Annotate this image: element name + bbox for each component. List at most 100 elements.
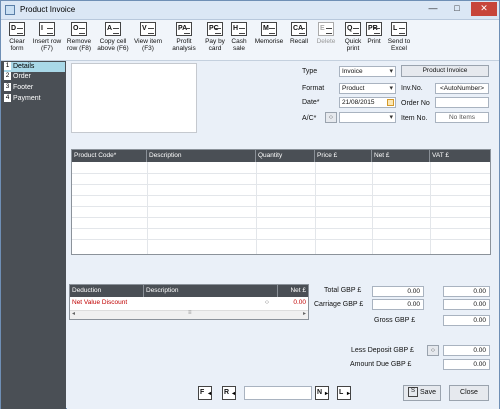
- send-to-excel-button[interactable]: L Send to Excel: [385, 22, 413, 58]
- carriage-label: Carriage GBP £: [314, 301, 364, 308]
- close-button[interactable]: Close: [449, 385, 489, 401]
- col-deduction-description[interactable]: Description: [144, 285, 278, 297]
- scroll-left-icon[interactable]: ◂: [72, 310, 75, 317]
- next-record-button[interactable]: N: [315, 386, 329, 400]
- lookup-icon[interactable]: ○: [265, 298, 269, 308]
- col-product-code[interactable]: Product Code*: [72, 150, 147, 162]
- deposit-lookup-button[interactable]: ○: [427, 345, 439, 356]
- total-net-field: 0.00: [372, 286, 424, 297]
- items-grid-header: Product Code* Description Quantity Price…: [72, 150, 490, 162]
- ac-label: A/C*: [302, 115, 317, 122]
- sidebar-item-details[interactable]: 1 Details: [4, 62, 65, 72]
- date-label: Date*: [302, 99, 320, 106]
- total-vat-field: 0.00: [443, 286, 490, 297]
- first-record-button[interactable]: F: [198, 386, 212, 400]
- close-window-button[interactable]: ✕: [471, 2, 497, 16]
- gross-label: Gross GBP £: [374, 317, 416, 324]
- minimize-button[interactable]: —: [423, 2, 443, 16]
- grid-row-line: [72, 239, 490, 240]
- items-grid[interactable]: Product Code* Description Quantity Price…: [71, 149, 491, 255]
- print-button[interactable]: PR Print: [364, 22, 384, 58]
- col-deduction[interactable]: Deduction: [70, 285, 144, 297]
- cash-sale-label: Cash sale: [231, 38, 247, 52]
- deduction-net[interactable]: 0.00: [280, 298, 306, 308]
- quick-print-button[interactable]: Q Quick print: [341, 22, 365, 58]
- lookup-icon: ○: [329, 114, 333, 121]
- scroll-right-icon[interactable]: ▸: [303, 310, 306, 317]
- profit-analysis-button[interactable]: PA Profit analysis: [167, 22, 201, 58]
- grid-col-line: [315, 162, 316, 254]
- scroll-thumb[interactable]: ≡: [188, 310, 192, 316]
- carriage-vat-field[interactable]: 0.00: [443, 299, 490, 310]
- lookup-icon: ○: [431, 347, 435, 354]
- type-select[interactable]: Invoice: [339, 66, 396, 77]
- col-description[interactable]: Description: [147, 150, 256, 162]
- type-label: Type: [302, 68, 318, 75]
- footer-number: 3: [4, 83, 11, 92]
- col-deduction-net[interactable]: Net £: [278, 285, 308, 297]
- record-field[interactable]: [244, 386, 312, 400]
- clear-form-label: Clear form: [9, 38, 25, 52]
- order-label: Order: [13, 73, 31, 80]
- save-key-icon: S: [408, 387, 419, 398]
- insert-row-label: Insert row (F7): [32, 38, 62, 52]
- deductions-grid[interactable]: Deduction Description Net £ Net Value Di…: [69, 284, 309, 320]
- view-item-button[interactable]: V View item (F3): [132, 22, 164, 58]
- remove-row-icon: O: [71, 22, 87, 36]
- carriage-net-field[interactable]: 0.00: [372, 299, 424, 310]
- pay-by-card-icon: PC: [207, 22, 223, 36]
- ac-lookup-button[interactable]: ○: [325, 112, 337, 123]
- grid-row-line: [72, 184, 490, 185]
- maximize-button[interactable]: □: [447, 2, 467, 16]
- deposit-field[interactable]: 0.00: [443, 345, 490, 356]
- product-invoice-button[interactable]: Product Invoice: [401, 65, 489, 77]
- view-item-icon: V: [140, 22, 156, 36]
- col-price[interactable]: Price £: [315, 150, 372, 162]
- window-title: Product Invoice: [20, 5, 76, 14]
- sidebar-item-order[interactable]: 2 Order: [4, 72, 65, 82]
- grid-row-line: [72, 173, 490, 174]
- format-select[interactable]: Product: [339, 83, 396, 94]
- recall-button[interactable]: CA Recall: [287, 22, 311, 58]
- app-icon: [5, 5, 15, 15]
- col-net[interactable]: Net £: [372, 150, 430, 162]
- col-vat[interactable]: VAT £: [430, 150, 490, 162]
- payment-number: 4: [4, 94, 11, 103]
- format-label: Format: [302, 85, 325, 92]
- quick-print-label: Quick print: [344, 38, 362, 52]
- remove-row-button[interactable]: O Remove row (F8): [64, 22, 94, 58]
- title-bar: Product Invoice — □ ✕: [1, 1, 499, 20]
- save-button[interactable]: S Save: [403, 385, 441, 401]
- horizontal-scrollbar[interactable]: ◂ ≡ ▸: [70, 310, 308, 319]
- delete-button[interactable]: E Delete: [314, 22, 338, 58]
- copy-cell-above-button[interactable]: A Copy cell above (F6): [95, 22, 131, 58]
- grid-row-line: [72, 228, 490, 229]
- send-to-excel-label: Send to Excel: [387, 38, 411, 52]
- col-quantity[interactable]: Quantity: [256, 150, 315, 162]
- clear-form-button[interactable]: D Clear form: [4, 22, 30, 58]
- amount-due-field: 0.00: [443, 359, 490, 370]
- memorise-button[interactable]: M Memorise: [252, 22, 286, 58]
- sidebar-item-footer[interactable]: 3 Footer: [4, 83, 65, 93]
- previous-record-button[interactable]: R: [222, 386, 236, 400]
- delete-label: Delete: [316, 38, 336, 45]
- insert-row-button[interactable]: I Insert row (F7): [30, 22, 64, 58]
- pay-by-card-button[interactable]: PC Pay by card: [202, 22, 228, 58]
- cash-sale-icon: H: [231, 22, 247, 36]
- cash-sale-button[interactable]: H Cash sale: [228, 22, 250, 58]
- view-item-label: View item (F3): [133, 38, 163, 52]
- calendar-icon[interactable]: [387, 99, 394, 106]
- last-record-button[interactable]: L: [337, 386, 351, 400]
- details-number: 1: [4, 62, 11, 71]
- orderno-field[interactable]: [435, 97, 489, 108]
- invno-label: Inv.No.: [401, 85, 423, 92]
- ac-select[interactable]: [339, 112, 396, 123]
- deduction-name[interactable]: Net Value Discount: [72, 298, 127, 308]
- sidebar-item-payment[interactable]: 4 Payment: [4, 94, 65, 104]
- invno-field[interactable]: <AutoNumber>: [435, 83, 489, 94]
- send-to-excel-icon: L: [391, 22, 407, 36]
- details-label: Details: [13, 63, 35, 70]
- remove-row-label: Remove row (F8): [66, 38, 92, 52]
- logo-area[interactable]: [71, 63, 197, 133]
- print-icon: PR: [366, 22, 382, 36]
